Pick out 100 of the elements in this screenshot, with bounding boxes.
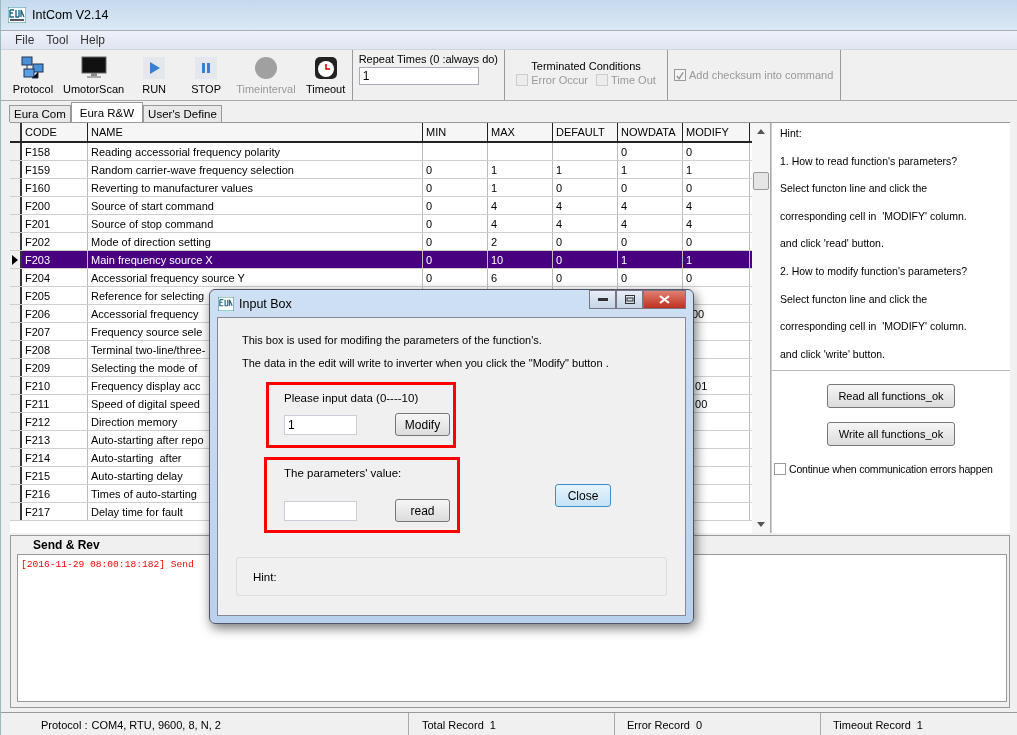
table-cell: F200 <box>25 199 51 212</box>
row-header[interactable] <box>10 251 22 268</box>
status-value: 1 <box>916 719 923 731</box>
table-cell: 0 <box>426 235 433 248</box>
column-header[interactable]: MODIFY <box>683 123 750 141</box>
toolbar-button[interactable]: STOP <box>180 50 233 100</box>
table-cell: F215 <box>25 469 51 482</box>
row-header[interactable] <box>10 323 22 340</box>
row-header[interactable] <box>10 341 22 358</box>
monitor-icon <box>80 55 107 81</box>
row-header[interactable] <box>10 161 22 178</box>
menu-item[interactable]: Help <box>80 33 106 47</box>
checkbox-label: Continue when communication errors happen <box>789 462 993 475</box>
menu-item[interactable]: Tool <box>46 33 69 47</box>
row-header[interactable] <box>10 215 22 232</box>
status-value: COM4, RTU, 9600, 8, N, 2 <box>91 719 221 731</box>
scroll-down-icon[interactable] <box>757 522 765 527</box>
description-text: The data in the edit will write to inverter when you click the "Modify" button . <box>242 357 610 371</box>
read-button[interactable]: read <box>395 499 450 522</box>
table-cell: F216 <box>25 487 51 500</box>
table-cell: Random carrier-wave frequency selection <box>91 163 294 176</box>
row-header[interactable] <box>10 503 22 520</box>
table-cell: .01 <box>692 379 708 392</box>
close-dialog-button[interactable]: Close <box>555 484 611 507</box>
value-field[interactable] <box>284 500 357 521</box>
table-cell: 2 <box>491 235 498 248</box>
checkbox-label: Time Out <box>611 74 656 86</box>
minimize-icon <box>597 297 608 302</box>
minimize-button[interactable] <box>589 290 616 309</box>
selected-row[interactable]: F203 Main frequency source X 0 10 0 1 1 <box>10 251 752 269</box>
table-cell: 0 <box>621 271 628 284</box>
table-cell: Delay time for fault <box>91 505 183 518</box>
table-cell: F213 <box>25 433 51 446</box>
row-header[interactable] <box>10 287 22 304</box>
table-cell: 10 <box>491 253 504 266</box>
repeat-input[interactable]: 1 <box>358 67 479 85</box>
row-header[interactable] <box>10 377 22 394</box>
row-header[interactable] <box>10 449 22 466</box>
table-cell: 0 <box>621 181 628 194</box>
table-cell: 4 <box>556 199 563 212</box>
action-button[interactable]: Read all functions_ok <box>827 383 955 408</box>
tab[interactable]: Eura R&W <box>70 102 144 122</box>
tab[interactable]: User's Define <box>143 105 222 122</box>
row-header[interactable] <box>10 197 22 214</box>
table-cell: Mode of direction setting <box>91 235 211 248</box>
table-cell: 4 <box>556 217 563 230</box>
row-header[interactable] <box>10 305 22 322</box>
toolbar-button[interactable]: RUN <box>128 50 181 100</box>
table-cell: Times of auto-starting <box>91 487 197 500</box>
toolbar-button[interactable]: UmotorScan <box>59 50 129 100</box>
row-header[interactable] <box>10 413 22 430</box>
row-header[interactable] <box>10 179 22 196</box>
row-header[interactable] <box>10 431 22 448</box>
checkbox-label: Error Occur <box>531 74 589 86</box>
table-cell: 1 <box>621 163 628 176</box>
scroll-thumb[interactable] <box>753 172 769 190</box>
table-cell: 0 <box>426 181 433 194</box>
row-header[interactable] <box>10 395 22 412</box>
row-header[interactable] <box>10 485 22 502</box>
row-header[interactable] <box>10 143 22 160</box>
column-header[interactable]: NAME <box>88 123 423 141</box>
modify-button[interactable]: Modify <box>395 413 450 436</box>
input-field[interactable]: 1 <box>284 414 357 435</box>
row-pointer-icon <box>12 254 18 265</box>
close-icon <box>659 295 670 304</box>
row-header[interactable] <box>10 269 22 286</box>
table-cell: .00 <box>692 397 708 410</box>
table-cell: 0 <box>426 163 433 176</box>
row-header[interactable] <box>10 233 22 250</box>
tab[interactable]: Eura Com <box>9 105 71 122</box>
checkbox[interactable] <box>774 462 786 475</box>
scrollbar[interactable] <box>752 123 770 533</box>
hint-text: 1. How to read function's parameters? <box>780 154 959 167</box>
menu-item[interactable]: File <box>15 33 35 47</box>
action-button[interactable]: Write all functions_ok <box>827 421 955 446</box>
hint-text: corresponding cell in 'MODIFY' column. <box>780 209 968 222</box>
scroll-up-icon[interactable] <box>757 129 765 134</box>
hint-label: Hint: <box>253 570 277 583</box>
table-cell: 0 <box>686 181 693 194</box>
close-button[interactable] <box>643 290 686 309</box>
table-cell: Frequency source sele <box>91 325 203 338</box>
column-header[interactable]: DEFAULT <box>553 123 618 141</box>
column-header[interactable]: CODE <box>22 123 88 141</box>
table-cell: Reading accessorial frequency polarity <box>91 145 280 158</box>
row-header[interactable] <box>10 359 22 376</box>
dialog-title: Input Box <box>239 296 292 311</box>
circle-icon <box>252 55 279 81</box>
column-header[interactable]: MAX <box>488 123 553 141</box>
column-header[interactable]: MIN <box>423 123 488 141</box>
hint-text: Select functon line and click the <box>780 182 929 195</box>
row-header[interactable] <box>10 467 22 484</box>
toolbar-button[interactable]: Protocol <box>7 50 59 100</box>
logo-icon <box>218 296 234 311</box>
maximize-button[interactable] <box>616 290 643 309</box>
status-label: Protocol : <box>41 719 88 731</box>
table-cell: 0 <box>556 235 563 248</box>
table-cell: 4 <box>491 217 498 230</box>
toolbar-button[interactable]: Timeout <box>299 50 352 100</box>
table-cell: F203 <box>25 253 51 266</box>
column-header[interactable]: NOWDATA <box>618 123 683 141</box>
